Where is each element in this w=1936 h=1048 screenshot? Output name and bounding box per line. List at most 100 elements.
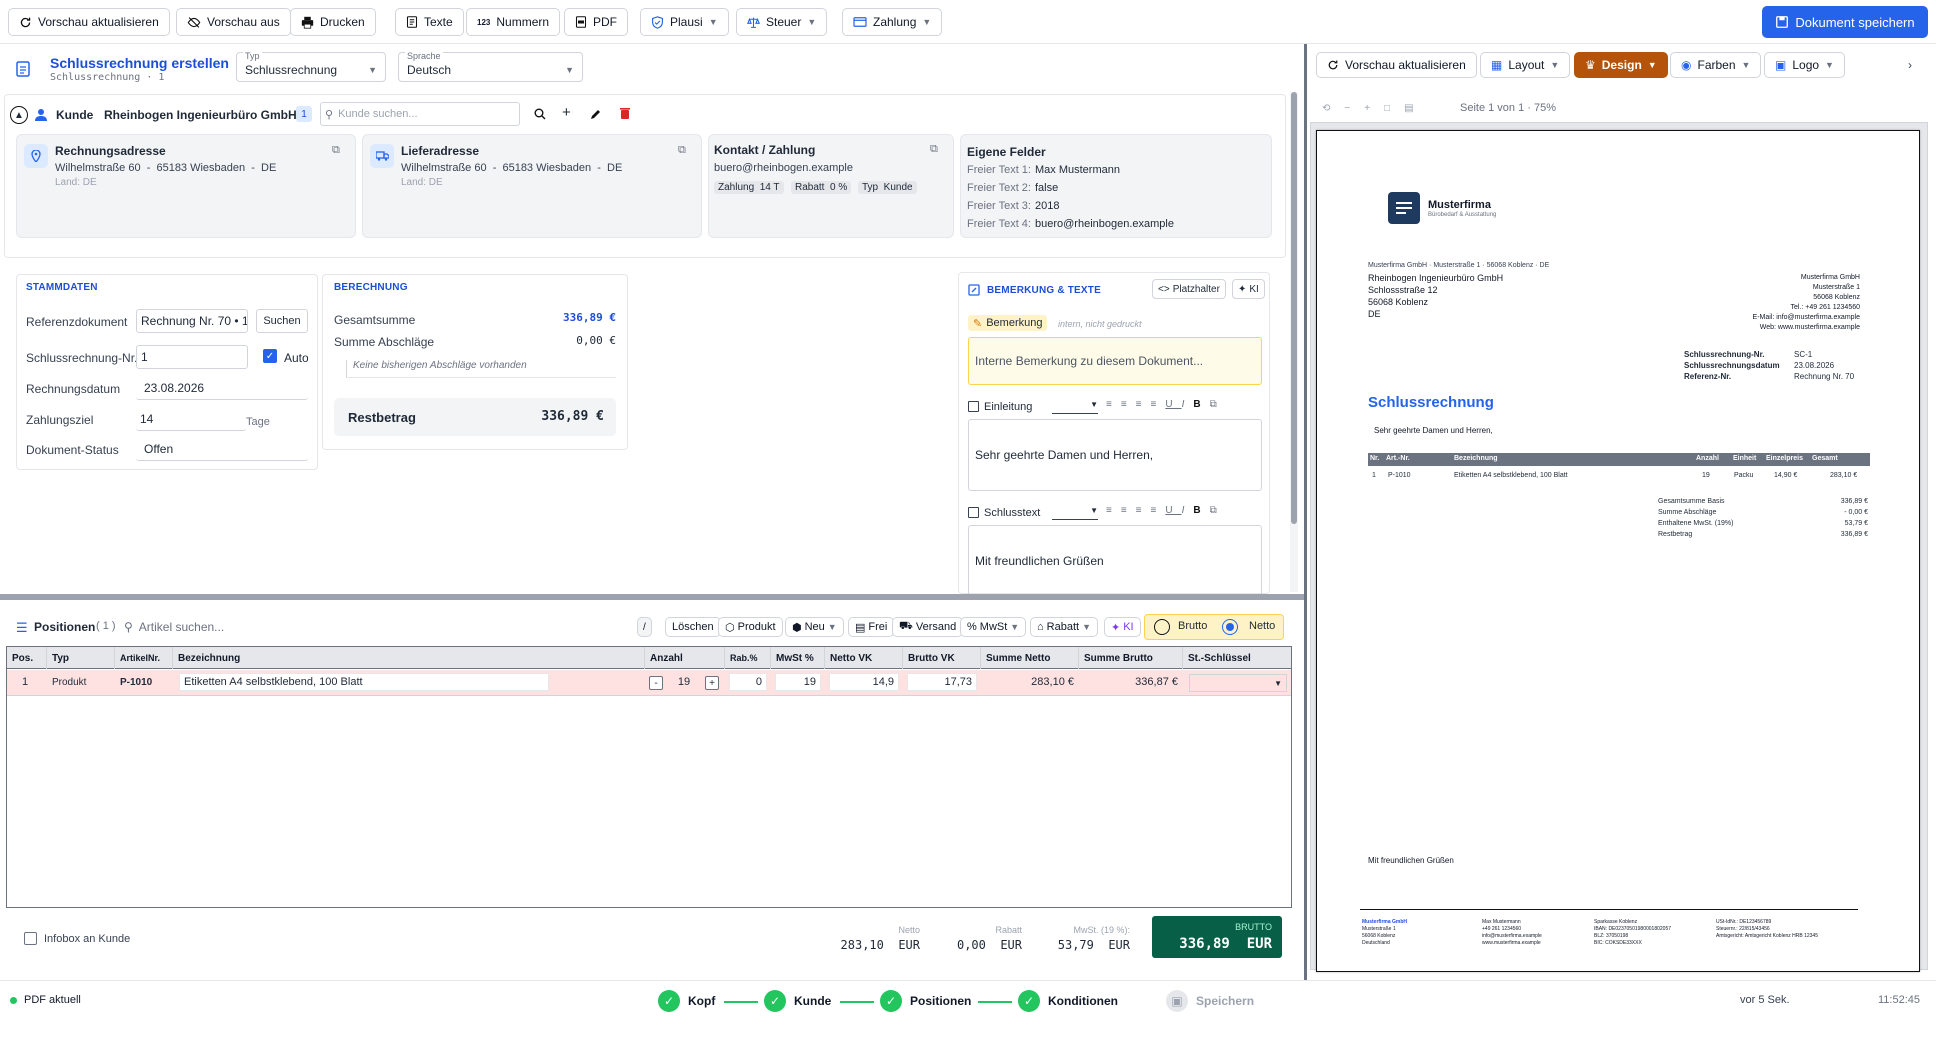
closing-textarea[interactable]: Mit freundlichen Grüßen <box>968 525 1262 597</box>
document-status-select[interactable]: Offen <box>136 437 308 461</box>
copy-icon[interactable]: ⧉ <box>678 144 686 157</box>
splitter[interactable] <box>0 594 1305 600</box>
table-row[interactable]: 1 Produkt P-1010 Etiketten A4 selbstkleb… <box>7 670 1291 696</box>
step-positions[interactable]: ✓ Positionen <box>880 990 971 1012</box>
cell-vat-input[interactable]: 19 <box>775 673 821 691</box>
discount-button[interactable]: ⌂ Rabatt ▼ <box>1030 617 1098 637</box>
qty-increment-button[interactable]: + <box>705 676 719 690</box>
preview-nav-icons[interactable]: ⟲−+□▤ <box>1322 103 1428 114</box>
preview-refresh-button[interactable]: Vorschau aktualisieren <box>1316 52 1477 78</box>
free-button[interactable]: ▤ Frei <box>848 617 895 637</box>
ai-button[interactable]: ✦ KI <box>1232 279 1265 299</box>
language-select[interactable]: Sprache Deutsch ▼ <box>398 51 583 82</box>
collapse-toggle[interactable]: ▲ <box>10 106 28 124</box>
design-button[interactable]: ♛ Design ▼ <box>1574 52 1668 78</box>
payment-button[interactable]: Zahlung ▼ <box>842 8 943 36</box>
step-customer[interactable]: ✓ Kunde <box>764 990 831 1012</box>
intro-textarea[interactable]: Sehr geehrte Damen und Herren, <box>968 419 1262 491</box>
reference-input[interactable]: Rechnung Nr. 70 • 19 <box>136 309 248 333</box>
print-button[interactable]: Drucken <box>290 8 376 36</box>
column-header[interactable]: Netto VK <box>825 647 903 669</box>
payment-term-input[interactable]: 14 <box>136 407 246 431</box>
auto-checkbox[interactable]: ✓ <box>263 349 277 363</box>
column-header[interactable]: Anzahl <box>645 647 725 669</box>
article-search-input[interactable]: ⚲ Artikel suchen... <box>124 616 624 638</box>
refresh-preview-button[interactable]: Vorschau aktualisieren <box>8 8 170 36</box>
column-header[interactable]: Brutto VK <box>903 647 981 669</box>
vat-button[interactable]: % MwSt ▼ <box>960 617 1027 637</box>
printer-icon <box>301 16 314 29</box>
qty-decrement-button[interactable]: - <box>649 676 663 690</box>
tax-key-select[interactable]: ▼ <box>1189 674 1287 692</box>
numbers-button[interactable]: 123 Nummern <box>466 8 561 36</box>
closing-format-select[interactable]: ▼ <box>1052 506 1098 520</box>
closing-format-toolbar[interactable]: ≡≡≡≡UIB⧉ <box>1106 505 1226 516</box>
remark-textarea[interactable]: Interne Bemerkung zu diesem Dokument... <box>968 337 1262 385</box>
column-header[interactable]: Summe Netto <box>981 647 1079 669</box>
cell-description-input[interactable]: Etiketten A4 selbstklebend, 100 Blatt <box>179 673 549 691</box>
tax-button[interactable]: Steuer ▼ <box>736 8 828 36</box>
reference-search-button[interactable]: Suchen <box>256 309 308 333</box>
intro-format-select[interactable]: ▼ <box>1052 400 1098 414</box>
column-header[interactable]: Rab.% <box>725 647 771 669</box>
intro-format-toolbar[interactable]: ≡≡≡≡UIB⧉ <box>1106 399 1226 410</box>
net-radio[interactable] <box>1222 619 1238 635</box>
infobox-checkbox[interactable] <box>24 932 37 945</box>
cell-quantity[interactable]: 19 <box>669 670 699 694</box>
customer-search-input[interactable]: ⚲ Kunde suchen... <box>320 102 520 126</box>
upper-scrollbar-thumb[interactable] <box>1291 92 1297 524</box>
plausi-button[interactable]: Plausi ▼ <box>640 8 729 36</box>
colors-button[interactable]: ◉ Farben ▼ <box>1670 52 1762 78</box>
save-document-button[interactable]: Dokument speichern <box>1762 6 1928 38</box>
cell-discount-input[interactable]: 0 <box>729 673 767 691</box>
add-customer-icon[interactable]: + <box>562 104 571 121</box>
new-button[interactable]: ⬢ Neu ▼ <box>785 617 844 637</box>
column-header[interactable]: Pos. <box>7 647 47 669</box>
step-head[interactable]: ✓ Kopf <box>658 990 715 1012</box>
billing-title: Rechnungsadresse <box>55 144 166 158</box>
preview-off-button[interactable]: Vorschau aus <box>176 8 291 36</box>
step-save[interactable]: ▣ Speichern <box>1166 990 1254 1012</box>
pdf-status: PDF aktuell <box>24 994 81 1006</box>
ai-position-button[interactable]: ✦ KI <box>1104 617 1141 637</box>
stammdaten-title: STAMMDATEN <box>26 282 98 293</box>
pdf-meta: Schlussrechnung-Nr. SC-1 Schlussrechnungs… <box>1684 350 1855 381</box>
column-header[interactable]: MwSt % <box>771 647 825 669</box>
invoice-date-input[interactable]: 23.08.2026 <box>136 376 308 400</box>
step-connector <box>724 1001 758 1003</box>
column-header[interactable]: ArtikelNr. <box>115 647 173 669</box>
customer-label: Kunde <box>56 108 94 122</box>
edit-icon[interactable] <box>590 108 602 120</box>
step-conditions[interactable]: ✓ Konditionen <box>1018 990 1118 1012</box>
placeholder-button[interactable]: <> Platzhalter <box>1152 279 1226 299</box>
slash-shortcut[interactable]: / <box>637 617 652 637</box>
search-icon[interactable] <box>534 108 546 120</box>
delete-button[interactable]: Löschen <box>665 617 721 637</box>
column-header[interactable]: Bezeichnung <box>173 647 645 669</box>
column-header[interactable]: Typ <box>47 647 115 669</box>
net-label: Netto <box>1249 620 1276 632</box>
pdf-footer-rule <box>1360 909 1858 910</box>
last-saved-time: 11:52:45 <box>1878 994 1921 1006</box>
texts-button[interactable]: Texte <box>395 8 464 36</box>
delete-icon[interactable] <box>620 107 630 119</box>
logo-button[interactable]: ▣ Logo ▼ <box>1764 52 1845 78</box>
layout-button[interactable]: ▦ Layout ▼ <box>1480 52 1571 78</box>
collapse-preview-icon[interactable]: › <box>1908 58 1912 72</box>
copy-icon[interactable]: ⧉ <box>332 144 340 157</box>
column-header[interactable]: St.-Schlüssel <box>1183 647 1291 669</box>
add-product-button[interactable]: ⬡ Produkt <box>718 617 783 637</box>
gross-total-label: BRUTTO <box>1235 922 1272 932</box>
column-header[interactable]: Summe Brutto <box>1079 647 1183 669</box>
pdf-button[interactable]: PDF <box>564 8 628 36</box>
intro-icon <box>968 401 979 412</box>
pdf-salutation: Sehr geehrte Damen und Herren, <box>1374 426 1493 435</box>
cell-gross-price-input[interactable]: 17,73 <box>907 673 977 691</box>
cell-sum-gross: 336,87 € <box>1135 676 1178 688</box>
shipping-button[interactable]: ⛟ Versand <box>892 617 964 637</box>
invoice-number-input[interactable]: 1 <box>136 345 248 369</box>
cell-net-price-input[interactable]: 14,9 <box>829 673 899 691</box>
type-select[interactable]: Typ Schlussrechnung ▼ <box>236 51 386 82</box>
copy-icon[interactable]: ⧉ <box>930 143 938 156</box>
gross-radio[interactable] <box>1154 619 1170 635</box>
